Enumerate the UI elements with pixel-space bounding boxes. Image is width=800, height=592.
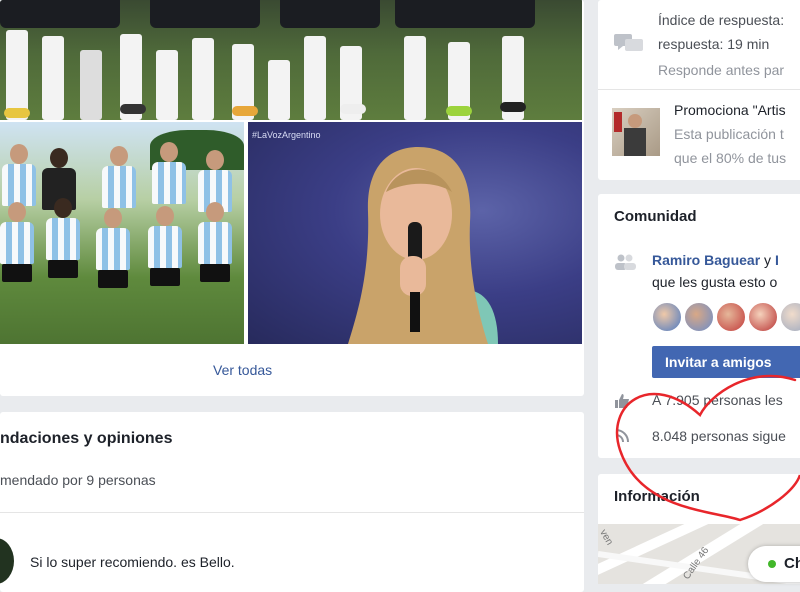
friends-icon <box>614 254 636 270</box>
promo-title[interactable]: Promociona "Artis <box>674 102 786 118</box>
promo-line1: Esta publicación t <box>674 126 784 142</box>
invite-friends-button[interactable]: Invitar a amigos <box>652 346 800 378</box>
view-all-link[interactable]: Ver todas <box>213 362 272 378</box>
response-rate: Índice de respuesta: <box>658 12 785 28</box>
likes-count: A 7.905 personas les <box>652 392 783 408</box>
chat-tab[interactable]: Ch <box>748 546 800 582</box>
promo-thumbnail[interactable] <box>612 108 660 156</box>
view-all-row: Ver todas <box>0 344 582 394</box>
avatar[interactable] <box>716 302 746 332</box>
photo-team-legs[interactable] <box>0 0 582 120</box>
response-note: Responde antes par <box>658 62 785 78</box>
photo-team-group[interactable] <box>0 122 244 344</box>
community-card: Comunidad Ramiro Baguear y I que les gus… <box>598 194 800 458</box>
response-time: respuesta: 19 min <box>658 36 770 52</box>
review-text: Si lo super recomiendo. es Bello. <box>30 554 235 570</box>
online-status-dot <box>768 560 776 568</box>
avatar[interactable] <box>652 302 682 332</box>
like-icon <box>614 394 630 408</box>
avatar[interactable] <box>684 302 714 332</box>
recommendations-title: ndaciones y opiniones <box>0 430 173 447</box>
divider <box>598 89 800 90</box>
friends-joiner: y <box>760 252 775 268</box>
friends-like-line2: que les gusta esto o <box>652 274 778 290</box>
reviewer-avatar[interactable] <box>0 538 14 584</box>
recommendations-card: ndaciones y opiniones mendado por 9 pers… <box>0 412 584 592</box>
divider <box>0 512 584 513</box>
chat-label: Ch <box>784 555 800 572</box>
avatar[interactable] <box>780 302 800 332</box>
recommendations-subtitle: mendado por 9 personas <box>0 472 156 488</box>
page-stats-card: Índice de respuesta: respuesta: 19 min R… <box>598 0 800 180</box>
rss-icon <box>614 428 630 444</box>
info-title: Información <box>614 488 700 505</box>
friends-like-line: Ramiro Baguear y I <box>652 252 779 268</box>
friend-avatars <box>652 302 800 337</box>
friend-name-link-2[interactable]: I <box>775 252 779 268</box>
promo-line2: que el 80% de tus <box>674 150 787 166</box>
follows-count: 8.048 personas sigue <box>652 428 786 444</box>
singer-figure <box>348 147 498 344</box>
friend-name-link[interactable]: Ramiro Baguear <box>652 252 760 268</box>
avatar[interactable] <box>748 302 778 332</box>
chat-bubble-icon <box>614 34 644 54</box>
community-title: Comunidad <box>614 208 697 225</box>
photo-singer[interactable]: #LaVozArgentino <box>248 122 582 344</box>
photos-card: #LaVozArgentino Ver todas <box>0 0 584 396</box>
